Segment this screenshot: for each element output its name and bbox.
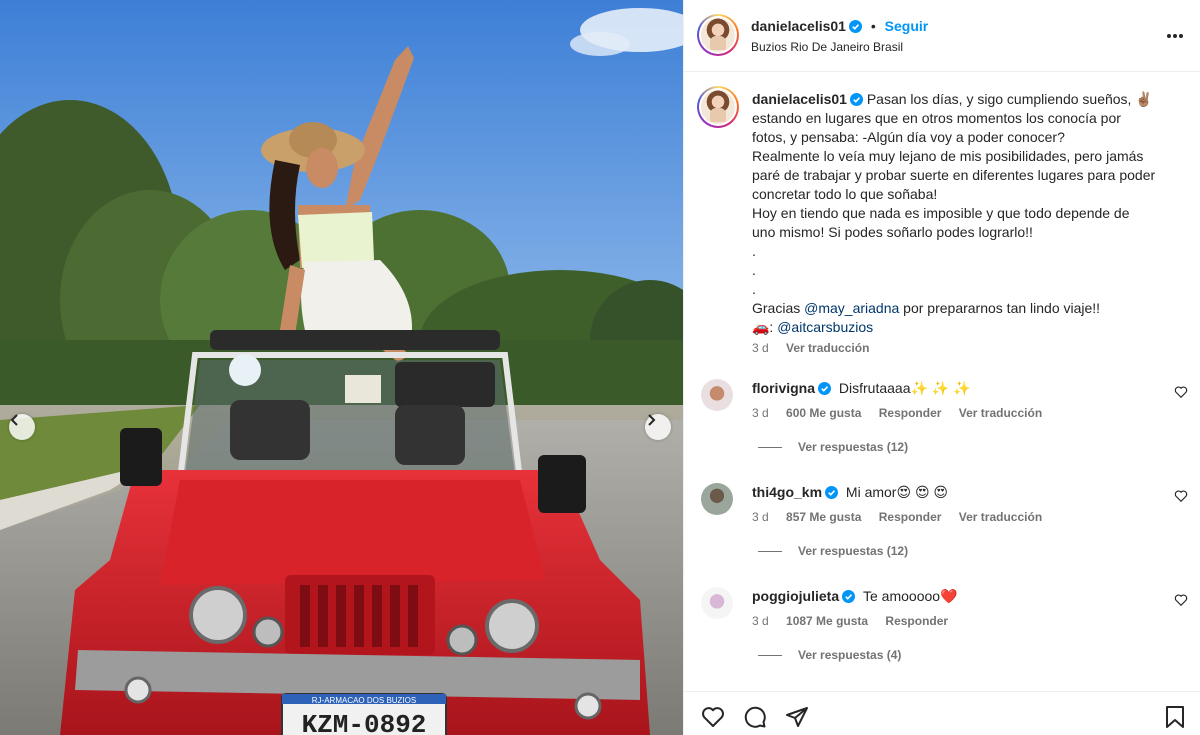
view-replies-label: Ver respuestas (4) [798,648,902,662]
comment-text: Mi amor😍 😍 😍 [845,484,949,500]
heart-icon[interactable] [1174,385,1188,399]
view-replies-button[interactable]: Ver respuestas (4) [758,648,901,662]
comment-body: thi4go_km Mi amor😍 😍 😍 [752,484,948,501]
verified-icon [849,93,863,106]
comment-likes[interactable]: 1087 Me gusta [786,614,868,628]
caption-dot: . [752,262,756,278]
heart-icon[interactable] [1174,593,1188,607]
commenter-avatar[interactable] [701,483,733,515]
caption-thanks-prefix: Gracias [752,300,805,316]
caption-author-avatar[interactable] [697,86,739,128]
post-action-bar [684,691,1200,735]
post-side-panel: danielacelis01 • Seguir Buzios Rio De Ja… [683,0,1200,735]
license-plate-text: KZM-0892 [302,710,427,735]
more-options-icon[interactable] [1165,26,1185,46]
post-media: RJ-ARMACAO DOS BUZIOS KZM-0892 [0,0,683,735]
caption-line: uno mismo! Si podes soñarlo podes lograr… [752,224,1033,240]
comment-item: poggiojulieta Te amooooo❤️ 3 d 1087 Me g… [684,581,1200,685]
comment-text: Disfrutaaaa✨ ✨ ✨ [838,380,971,396]
separator-dot: • [870,18,876,34]
caption-line: Pasan los días, y sigo cumpliendo sueños… [866,91,1153,107]
comment-body: florivigna Disfrutaaaa✨ ✨ ✨ [752,380,971,397]
heart-icon[interactable] [701,705,725,729]
author-avatar[interactable] [697,14,739,56]
bookmark-icon[interactable] [1164,705,1186,729]
caption-time[interactable]: 3 d [752,341,769,355]
comment-time[interactable]: 3 d [752,510,769,524]
commenter-avatar[interactable] [701,587,733,619]
comment-meta: 3 d 600 Me gusta Responder Ver traducció… [752,406,1056,420]
chevron-right-icon [648,414,656,426]
view-replies-label: Ver respuestas (12) [798,440,909,454]
comment-likes[interactable]: 857 Me gusta [786,510,861,524]
previous-photo-button[interactable] [9,414,35,440]
comment-time[interactable]: 3 d [752,614,769,628]
commenter-username[interactable]: poggiojulieta [752,588,839,604]
comment-item: thi4go_km Mi amor😍 😍 😍 3 d 857 Me gusta … [684,477,1200,581]
comment-meta: 3 d 1087 Me gusta Responder [752,614,962,628]
post-location[interactable]: Buzios Rio De Janeiro Brasil [751,40,903,54]
license-plate-header: RJ-ARMACAO DOS BUZIOS [312,696,416,705]
post-header: danielacelis01 • Seguir Buzios Rio De Ja… [684,0,1200,72]
comment-body: poggiojulieta Te amooooo❤️ [752,588,958,605]
heart-icon[interactable] [1174,489,1188,503]
view-replies-button[interactable]: Ver respuestas (12) [758,544,908,558]
post-caption: danielacelis01 Pasan los días, y sigo cu… [752,90,1182,337]
comment-item: florivigna Disfrutaaaa✨ ✨ ✨ 3 d 600 Me g… [684,373,1200,477]
share-icon[interactable] [785,705,809,729]
caption-line: paré de trabajar y probar suerte en dife… [752,167,1156,183]
verified-icon [848,20,862,33]
post-photo: RJ-ARMACAO DOS BUZIOS KZM-0892 [0,0,683,735]
see-translation-button[interactable]: Ver traducción [786,341,869,355]
next-photo-button[interactable] [645,414,671,440]
verified-icon [818,382,832,395]
see-translation-button[interactable]: Ver traducción [959,510,1042,524]
mention-link[interactable]: @may_ariadna [804,300,899,316]
chevron-left-icon [10,414,18,426]
mention-link[interactable]: @aitcarsbuzios [777,319,873,335]
author-username[interactable]: danielacelis01 [751,18,846,34]
verified-icon [825,486,839,499]
comment-meta: 3 d 857 Me gusta Responder Ver traducció… [752,510,1056,524]
reply-button[interactable]: Responder [879,406,942,420]
caption-username[interactable]: danielacelis01 [752,91,847,107]
see-translation-button[interactable]: Ver traducción [959,406,1042,420]
verified-icon [842,590,856,603]
view-replies-button[interactable]: Ver respuestas (12) [758,440,908,454]
comment-likes[interactable]: 600 Me gusta [786,406,861,420]
caption-line: concretar todo lo que soñaba! [752,186,938,202]
reply-button[interactable]: Responder [885,614,948,628]
caption-thanks-suffix: por prepararnos tan lindo viaje!! [899,300,1101,316]
caption-line: estando en lugares que en otros momentos… [752,110,1121,126]
caption-dot: . [752,281,756,297]
caption-meta: 3 d Ver traducción [752,341,883,355]
comment-time[interactable]: 3 d [752,406,769,420]
author-name-row: danielacelis01 • Seguir [751,18,928,34]
caption-line: fotos, y pensaba: -Algún día voy a poder… [752,129,1065,145]
follow-button[interactable]: Seguir [885,18,929,34]
caption-car-prefix: 🚗: [752,319,778,335]
reply-button[interactable]: Responder [879,510,942,524]
comment-icon[interactable] [743,705,767,729]
comment-text: Te amooooo❤️ [863,588,958,604]
commenter-avatar[interactable] [701,379,733,411]
caption-line: Realmente lo veía muy lejano de mis posi… [752,148,1144,164]
caption-line: Hoy en tiendo que nada es imposible y qu… [752,205,1130,221]
caption-dot: . [752,243,756,259]
commenter-username[interactable]: florivigna [752,380,815,396]
view-replies-label: Ver respuestas (12) [798,544,909,558]
commenter-username[interactable]: thi4go_km [752,484,822,500]
comments-scroll-area[interactable]: danielacelis01 Pasan los días, y sigo cu… [684,73,1200,691]
